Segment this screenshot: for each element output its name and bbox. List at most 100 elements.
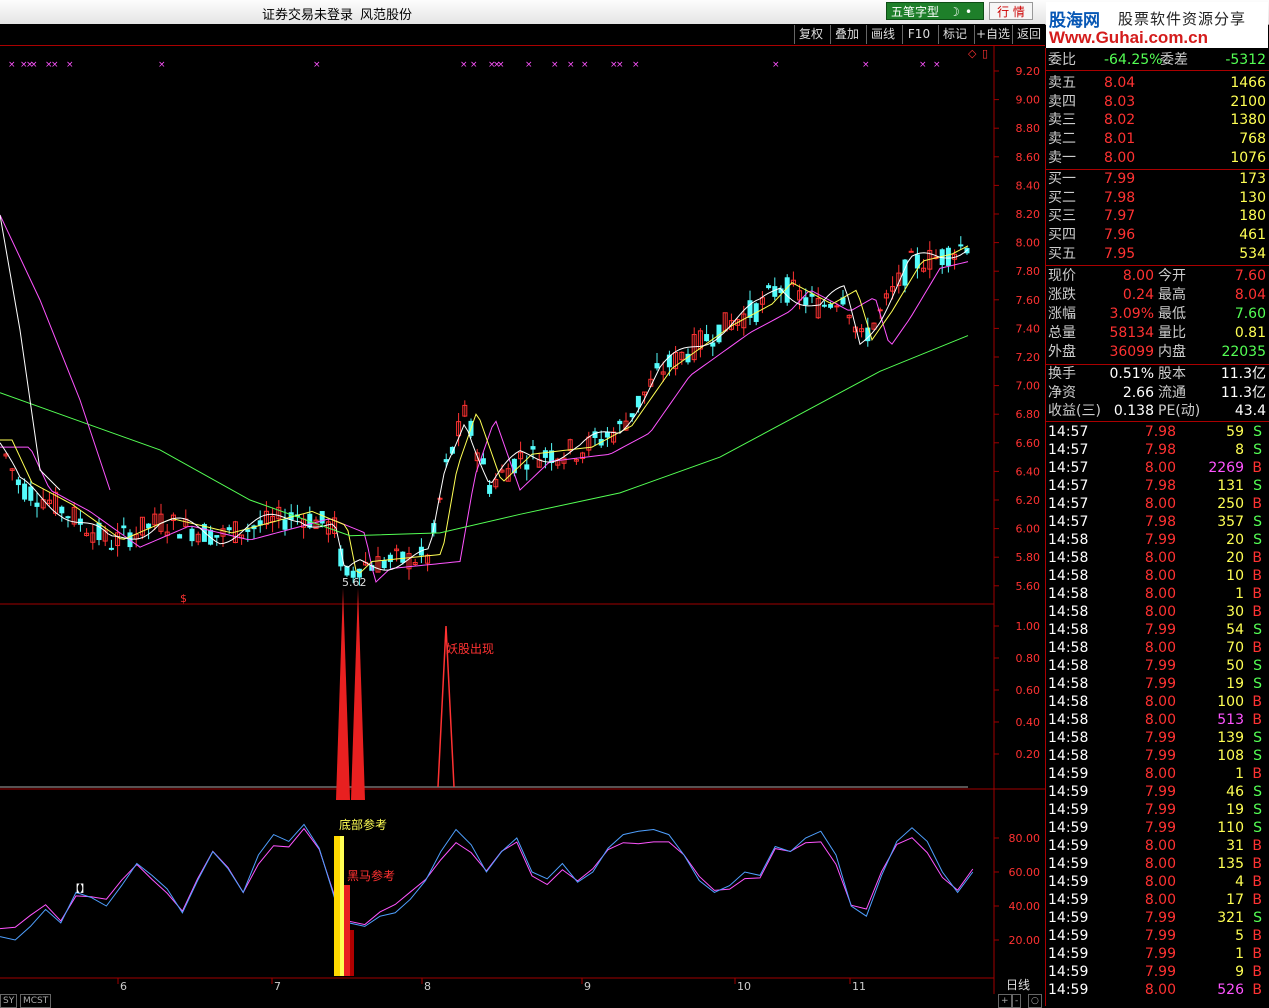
tick-price: 7.99	[1144, 676, 1176, 692]
tick-price: 7.98	[1144, 442, 1176, 458]
signal-marker: ×	[632, 60, 640, 70]
price-tick-label: 8.00	[1016, 237, 1041, 250]
tick-time: 14:59	[1048, 856, 1089, 872]
candle-down	[77, 518, 83, 525]
tick-volume: 20	[1226, 532, 1244, 548]
stat-value: 11.3亿	[1220, 366, 1266, 382]
tick-row: 14:58 7.99 139 S	[1048, 729, 1268, 747]
tick-side: B	[1252, 550, 1262, 566]
price-tick-label: 7.60	[1016, 294, 1041, 307]
kd-tick-label: 40.00	[1009, 900, 1041, 913]
tick-price: 7.99	[1144, 946, 1176, 962]
tick-volume: 250	[1217, 496, 1244, 512]
signal-marker: ×	[551, 60, 559, 70]
tick-side: S	[1253, 910, 1262, 926]
tick-time: 14:58	[1048, 658, 1089, 674]
tick-row: 14:58 8.00 70 B	[1048, 639, 1268, 657]
date-tick-label: 11	[852, 980, 866, 993]
kline-chart[interactable]: × ××× ×× × × × × × ××× × × × × ×× × × × × × 9.209.008.808.…	[0, 0, 1045, 994]
indicator-tick-label: 0.20	[1016, 748, 1041, 761]
tick-row: 14:57 7.98 357 S	[1048, 513, 1268, 531]
stat-value: 22035	[1221, 344, 1266, 360]
stat-label: 今开	[1158, 268, 1186, 284]
tick-time: 14:57	[1048, 460, 1089, 476]
ask-volume: 1076	[1230, 149, 1266, 166]
candle-down	[34, 502, 40, 507]
ma60-line	[0, 335, 969, 537]
stat-value: 2.66	[1122, 384, 1154, 401]
bid-label: 买五	[1048, 245, 1076, 262]
tick-price: 8.00	[1144, 496, 1176, 512]
price-tick-label: 6.00	[1016, 523, 1041, 536]
tick-row: 14:57 8.00 250 B	[1048, 495, 1268, 513]
candle-down	[604, 431, 610, 438]
candle-down	[108, 547, 114, 550]
weibi-value: -64.25%	[1104, 52, 1163, 68]
tick-side: S	[1253, 514, 1262, 530]
stat-label: 涨跌	[1048, 287, 1076, 303]
ask-label: 卖二	[1048, 131, 1076, 148]
bid-price: 7.98	[1104, 189, 1136, 206]
tick-price: 7.99	[1144, 748, 1176, 764]
candle-down	[629, 413, 635, 418]
tick-row: 14:58 8.00 20 B	[1048, 549, 1268, 567]
tick-price: 8.00	[1144, 874, 1176, 890]
tick-price: 7.99	[1144, 784, 1176, 800]
tick-price: 7.98	[1144, 478, 1176, 494]
tick-price: 8.00	[1144, 892, 1176, 908]
signal-marker: ×	[567, 60, 575, 70]
tick-side: B	[1252, 838, 1262, 854]
ask-price: 8.03	[1104, 93, 1136, 110]
tick-volume: 139	[1217, 730, 1244, 746]
stat-value: 3.09%	[1109, 306, 1154, 322]
tick-volume: 2269	[1208, 460, 1244, 476]
date-tick-label: 7	[274, 980, 281, 993]
logo-tagline: 股票软件资源分享	[1118, 10, 1247, 28]
tick-row: 14:59 8.00 31 B	[1048, 837, 1268, 855]
bid-volume: 130	[1239, 189, 1266, 206]
signal-marker: ×	[8, 60, 16, 70]
kd-tick-label: 80.00	[1009, 832, 1041, 845]
stat-value: 36099	[1109, 344, 1154, 360]
price-tick-label: 5.80	[1016, 551, 1041, 564]
candle-down	[524, 464, 530, 470]
tick-side: B	[1252, 586, 1262, 602]
signal-dollar-mark: $	[180, 592, 187, 605]
diamond-icon[interactable]: ◇	[968, 47, 976, 60]
tick-row: 14:59 7.99 1 B	[1048, 945, 1268, 963]
tick-price: 8.00	[1144, 766, 1176, 782]
candle-down	[15, 479, 21, 486]
tick-volume: 50	[1226, 658, 1244, 674]
tick-row: 14:59 8.00 1 B	[1048, 765, 1268, 783]
candle-down	[635, 395, 641, 408]
ask-row: 卖三 8.02 1380	[1048, 111, 1268, 129]
stat-value: 0.81	[1234, 325, 1266, 341]
tick-price: 8.00	[1144, 460, 1176, 476]
price-tick-label: 7.00	[1016, 380, 1041, 393]
period-label[interactable]: 日线	[1006, 976, 1030, 993]
kd-d-line	[0, 827, 974, 930]
stat-label: 最低	[1158, 306, 1186, 322]
tick-row: 14:58 8.00 100 B	[1048, 693, 1268, 711]
tick-side: S	[1253, 478, 1262, 494]
tick-price: 7.99	[1144, 802, 1176, 818]
tick-time: 14:58	[1048, 712, 1089, 728]
signal-marker: ×	[470, 60, 478, 70]
signal-marker: ×	[616, 60, 624, 70]
tick-row: 14:58 8.00 513 B	[1048, 711, 1268, 729]
tick-row: 14:59 7.99 5 B	[1048, 927, 1268, 945]
tick-side: B	[1252, 766, 1262, 782]
tick-row: 14:59 8.00 526 B	[1048, 981, 1268, 999]
tick-row: 14:57 7.98 8 S	[1048, 441, 1268, 459]
tick-time: 14:57	[1048, 478, 1089, 494]
tick-price: 7.99	[1144, 658, 1176, 674]
tick-side: B	[1252, 460, 1262, 476]
tick-volume: 100	[1217, 694, 1244, 710]
stat-label: 内盘	[1158, 344, 1186, 360]
window-toggle-icon[interactable]: ▯	[982, 47, 988, 60]
ask-row: 卖五 8.04 1466	[1048, 74, 1268, 92]
tick-side: S	[1253, 658, 1262, 674]
bid-label: 买二	[1048, 189, 1076, 206]
tick-price: 8.00	[1144, 640, 1176, 656]
ask-volume: 1466	[1230, 75, 1266, 91]
